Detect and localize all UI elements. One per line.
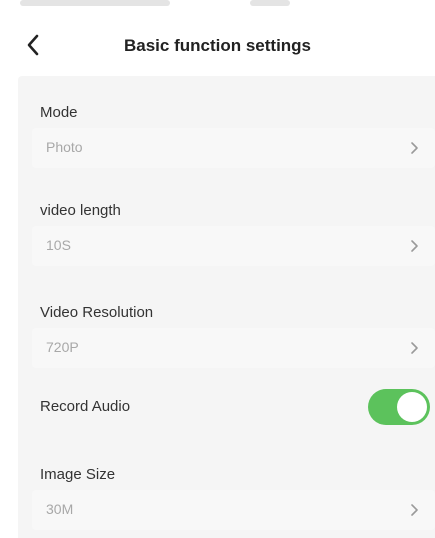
page-title: Basic function settings: [123, 36, 312, 55]
mode-label: Mode: [40, 104, 78, 121]
video-length-label: video length: [40, 202, 121, 219]
mode-select[interactable]: Photo: [32, 128, 435, 168]
image-size-select[interactable]: 30M: [32, 490, 435, 530]
settings-panel: Mode Photo video length 10S Video Resolu…: [18, 76, 435, 538]
chevron-right-icon: [411, 142, 418, 154]
toggle-knob: [397, 392, 427, 422]
mode-value: Photo: [46, 139, 83, 155]
chevron-right-icon: [411, 240, 418, 252]
image-size-value: 30M: [46, 501, 74, 517]
image-size-label: Image Size: [40, 466, 116, 483]
video-resolution-label: Video Resolution: [40, 304, 154, 321]
status-bar: [0, 0, 435, 14]
header: Basic function settings: [0, 14, 435, 76]
video-length-value: 10S: [46, 237, 71, 253]
record-audio-label: Record Audio: [40, 398, 131, 415]
video-resolution-select[interactable]: 720P: [32, 328, 435, 368]
record-audio-toggle[interactable]: [368, 389, 430, 425]
video-length-select[interactable]: 10S: [32, 226, 435, 266]
chevron-right-icon: [411, 342, 418, 354]
video-resolution-value: 720P: [46, 339, 79, 355]
chevron-right-icon: [411, 504, 418, 516]
